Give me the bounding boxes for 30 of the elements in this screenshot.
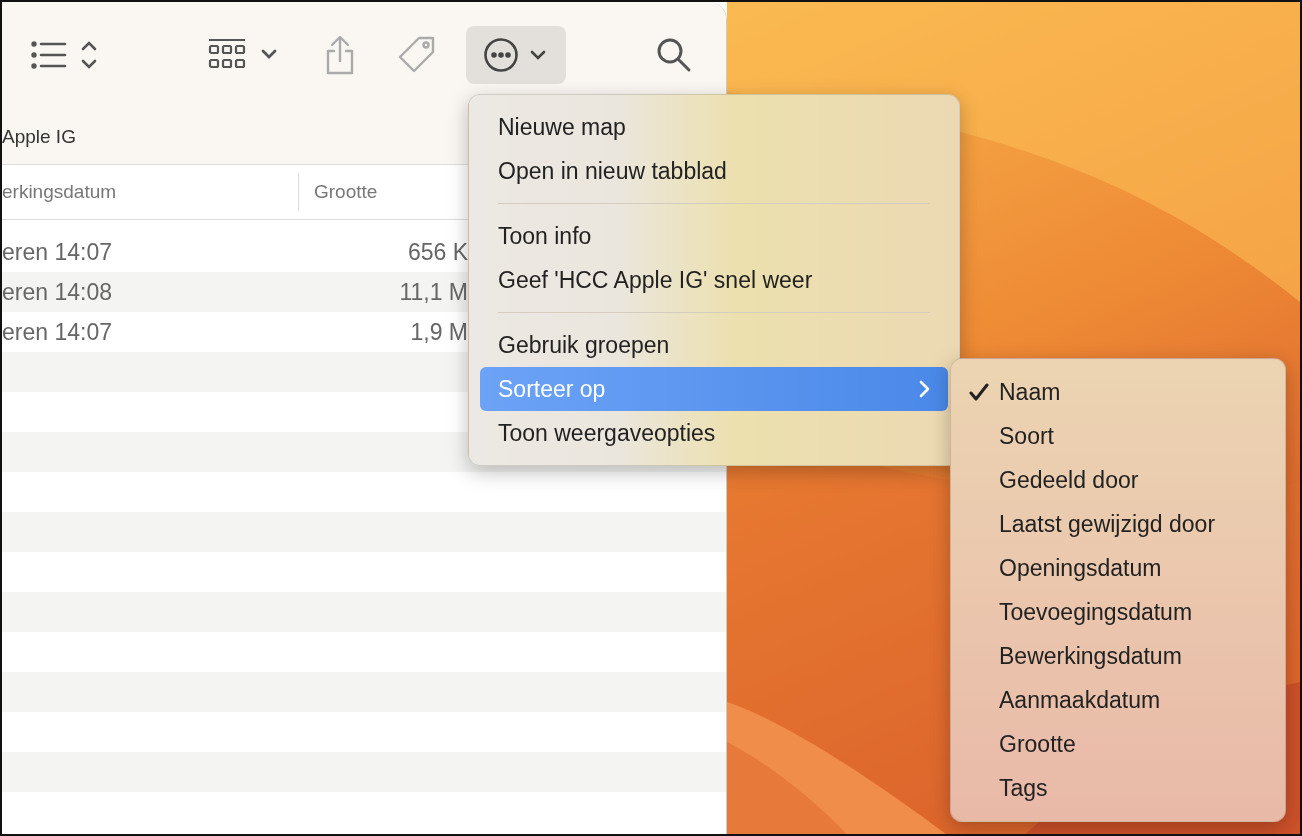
more-button[interactable] (466, 26, 566, 84)
menu-item[interactable]: Openingsdatum (959, 546, 1277, 590)
chevron-right-icon (918, 380, 930, 398)
menu-item[interactable]: Laatst gewijzigd door (959, 502, 1277, 546)
list-view-icon (31, 38, 97, 72)
table-cell-text: eren 14:07 (2, 318, 113, 346)
tag-icon (397, 35, 437, 75)
menu-item[interactable]: Nieuwe map (480, 105, 948, 149)
menu-item[interactable]: Toevoegingsdatum (959, 590, 1277, 634)
menu-item[interactable]: Open in nieuw tabblad (480, 149, 948, 193)
menu-item[interactable]: Soort (959, 414, 1277, 458)
menu-item[interactable]: Aanmaakdatum (959, 678, 1277, 722)
menu-item[interactable]: Gebruik groepen (480, 323, 948, 367)
folder-path[interactable]: Apple IG (2, 126, 76, 148)
table-cell-text: 656 K (406, 238, 468, 266)
column-header[interactable]: erkingsdatum (2, 181, 298, 203)
menu-item[interactable]: Gedeeld door (959, 458, 1277, 502)
menu-item[interactable]: Grootte (959, 722, 1277, 766)
search-icon (656, 37, 692, 73)
menu-item[interactable]: Naam (959, 370, 1277, 414)
menu-item[interactable]: Toon info (480, 214, 948, 258)
table-cell-text: 11,1 M (398, 278, 468, 306)
column-header[interactable]: Grootte (298, 173, 378, 211)
table-cell-text: eren 14:07 (2, 238, 113, 266)
table-cell-text: eren 14:08 (2, 278, 113, 306)
menu-item[interactable]: Bewerkingsdatum (959, 634, 1277, 678)
menu-item[interactable]: Tags (959, 766, 1277, 810)
menu-item[interactable]: Toon weergaveopties (480, 411, 948, 455)
table-cell-text: 1,9 M (409, 318, 468, 346)
share-icon (324, 35, 356, 75)
